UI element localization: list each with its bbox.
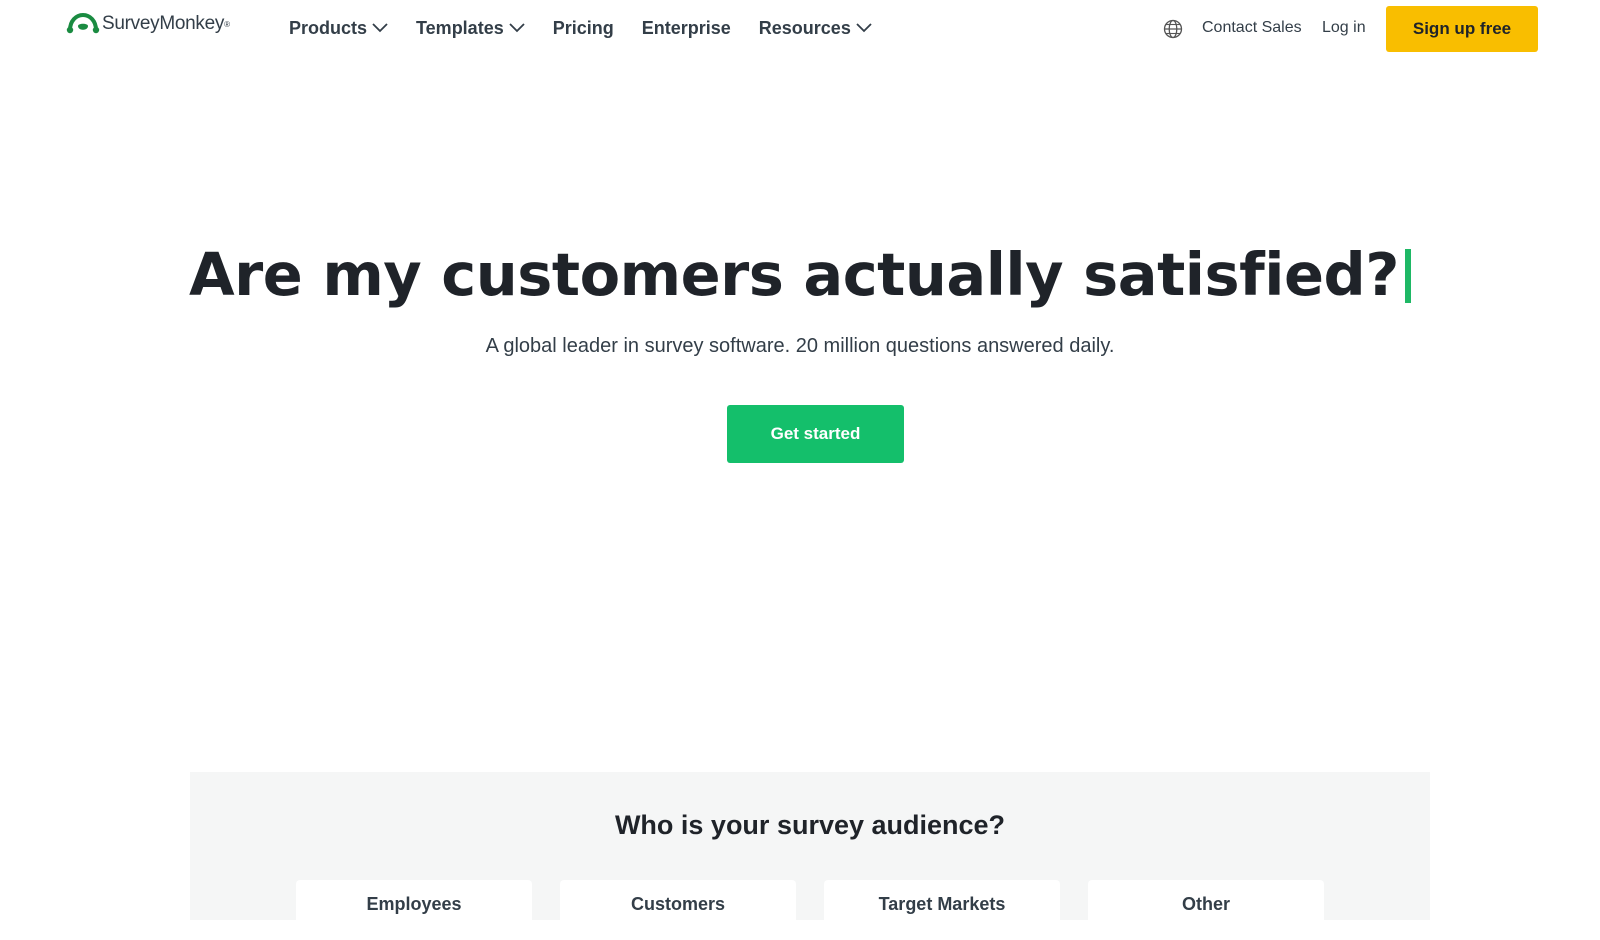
audience-options: Employees Customers Target Markets Other [296,880,1352,940]
hero-title-text: Are my customers actually satisfied? [189,240,1399,309]
audience-option-other[interactable]: Other [1088,880,1324,940]
nav-pricing-label: Pricing [552,17,614,38]
site-header: SurveyMonkey ® Products Templates Pricing… [0,0,1600,58]
nav-resources-label: Resources [758,17,851,38]
surveymonkey-logo-icon [66,12,100,34]
main-nav: Products Templates Pricing Enterprise Re… [289,14,900,42]
contact-sales-link[interactable]: Contact Sales [1202,19,1302,37]
nav-enterprise-label: Enterprise [641,17,731,38]
nav-resources[interactable]: Resources [759,18,872,39]
audience-title: Who is your survey audience? [614,810,1006,840]
nav-products[interactable]: Products [289,18,388,39]
surveymonkey-logo[interactable]: SurveyMonkey ® [66,10,230,38]
signup-button[interactable]: Sign up free [1386,6,1538,52]
chevron-down-icon [856,23,872,33]
audience-option-customers[interactable]: Customers [560,880,796,940]
audience-option-target-markets[interactable]: Target Markets [824,880,1060,940]
chevron-down-icon [509,23,525,33]
nav-enterprise[interactable]: Enterprise [642,18,731,39]
nav-pricing[interactable]: Pricing [553,18,614,39]
hero-title: Are my customers actually satisfied? [0,240,1600,309]
hero-subtitle: A global leader in survey software. 20 m… [485,335,1115,357]
audience-section: Who is your survey audience? Employees C… [190,772,1430,940]
get-started-button[interactable]: Get started [727,405,904,463]
nav-templates-label: Templates [416,17,504,38]
typing-caret [1404,249,1411,303]
globe-icon[interactable] [1163,19,1183,39]
login-link[interactable]: Log in [1322,19,1366,37]
logo-trademark: ® [224,19,230,29]
audience-option-employees[interactable]: Employees [296,880,532,940]
logo-wordmark: SurveyMonkey [102,13,225,34]
nav-templates[interactable]: Templates [416,18,525,39]
chevron-down-icon [372,23,388,33]
nav-products-label: Products [289,17,368,38]
